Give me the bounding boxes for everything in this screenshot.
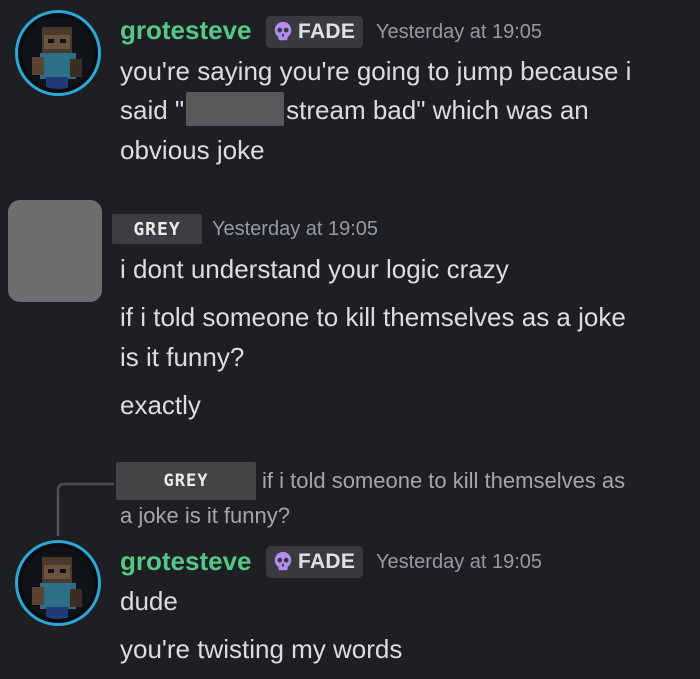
message-line: exactly — [120, 390, 201, 420]
message-line: i dont understand your logic crazy — [120, 254, 509, 284]
skull-icon — [274, 551, 292, 571]
author-tag-grey[interactable]: GREY — [112, 214, 202, 244]
message-line: dude — [120, 586, 178, 616]
message-line: you're saying you're going to jump becau… — [120, 56, 632, 86]
message-text: stream bad" which was an — [286, 95, 589, 125]
role-badge[interactable]: FADE — [266, 546, 364, 578]
timestamp[interactable]: Yesterday at 19:05 — [376, 551, 542, 574]
role-badge[interactable]: FADE — [266, 16, 364, 48]
skull-icon — [274, 21, 292, 41]
reply-preview[interactable]: if i told someone to kill themselves as — [262, 464, 625, 498]
avatar-grotesteve[interactable] — [15, 10, 101, 96]
message-text: said " — [120, 95, 185, 125]
avatar-grotesteve[interactable] — [15, 540, 101, 626]
badge-label: FADE — [298, 550, 356, 573]
author-name[interactable]: grotesteve — [120, 15, 252, 46]
message-line: is it funny? — [120, 342, 245, 372]
censor-block — [186, 92, 285, 126]
author-name[interactable]: grotesteve — [120, 546, 252, 577]
timestamp[interactable]: Yesterday at 19:05 — [212, 218, 378, 241]
reply-connector — [56, 482, 114, 536]
avatar-censored[interactable] — [8, 200, 102, 302]
message-line: obvious joke — [120, 135, 265, 165]
message-line: said " stream bad" which was an — [120, 91, 589, 130]
timestamp[interactable]: Yesterday at 19:05 — [376, 21, 542, 44]
message-line: you're twisting my words — [120, 634, 403, 664]
message-line: if i told someone to kill themselves as … — [120, 302, 626, 332]
reply-author-tag[interactable]: GREY — [116, 462, 256, 500]
reply-preview[interactable]: a joke is it funny? — [120, 499, 290, 533]
badge-label: FADE — [298, 20, 356, 43]
